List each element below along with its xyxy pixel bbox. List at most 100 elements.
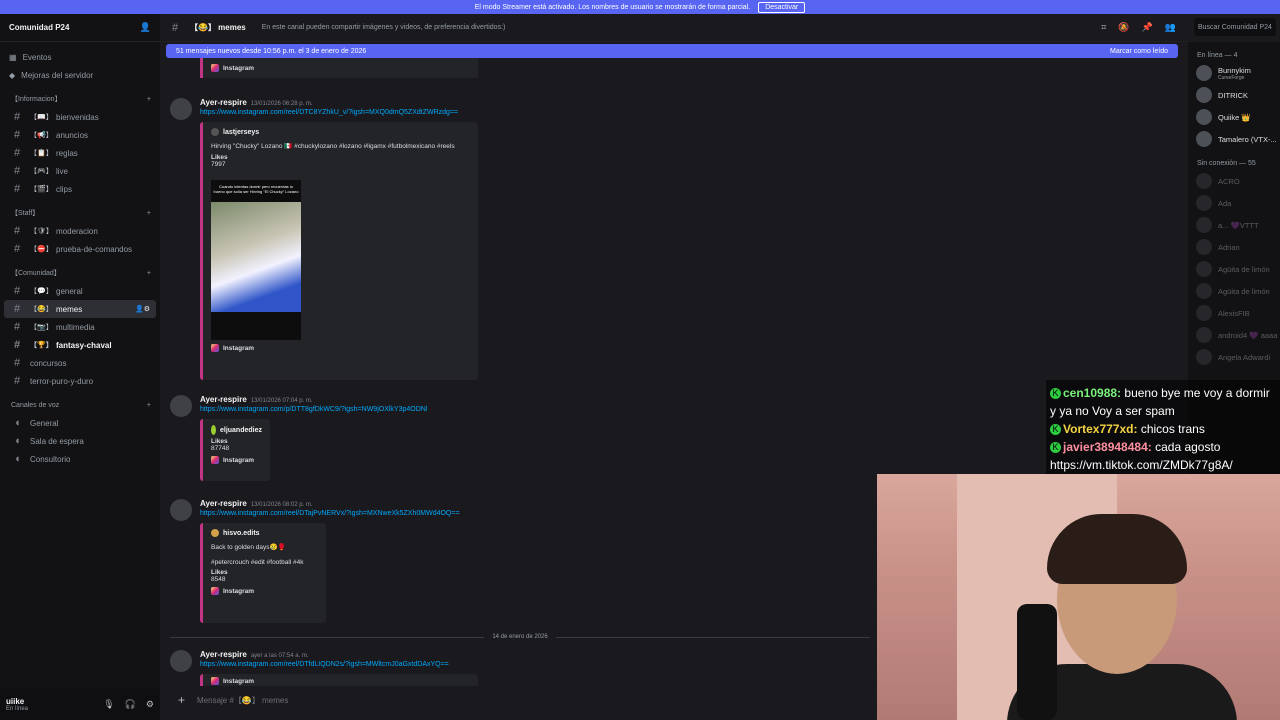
add-user-icon[interactable]: 👤 [140,22,151,33]
search-input[interactable]: Buscar Comunidad P24 [1194,18,1276,36]
member-item[interactable]: Ada [1188,192,1280,214]
member-item[interactable]: Tamalero (VTX-... [1188,128,1280,150]
member-item[interactable]: Bunnykim CurseForge [1188,62,1280,84]
embed-author[interactable]: hisvo.edits [211,529,318,537]
embed-author[interactable]: lastjerseys [211,128,470,136]
member-name: Bunnykim [1218,65,1251,75]
user-info[interactable]: uiike En línea [6,697,28,712]
hash-icon: # [14,147,21,159]
member-item[interactable]: Agüita de limón [1188,280,1280,302]
embed-name[interactable]: hisvo.edits [223,530,260,537]
message-author[interactable]: Ayer-respire 13/01/2026 06:28 p. m. [200,98,313,107]
member-item[interactable]: Angela Adwardi [1188,346,1280,368]
member-item[interactable]: Quiike 👑 [1188,106,1280,128]
category-staff[interactable]: 【Staff】 + [0,204,160,222]
member-item[interactable]: ACRO [1188,170,1280,192]
member-name: ACRO [1218,176,1240,186]
add-attachment-icon[interactable]: + [178,693,185,707]
channel-general[interactable]: # 【💬】 general [4,282,156,300]
new-messages-bar[interactable]: 51 mensajes nuevos desde 10:56 p.m. el 3… [166,44,1178,58]
channel-label: Sala de espera [30,436,84,446]
thumbnail-image [211,202,301,312]
channel-moderacion[interactable]: # 【🛡】 moderacion [4,222,156,240]
category-voice[interactable]: Canales de voz + [0,396,160,414]
member-item[interactable]: android4 💜 aaaa [1188,324,1280,346]
channel-reglas[interactable]: # 【📋】 reglas [4,144,156,162]
author-name[interactable]: Ayer-respire [200,395,247,404]
message-author[interactable]: Ayer-respire ayer a las 07:54 a. m. [200,650,309,659]
microphone-icon[interactable]: 🎙 [103,699,114,710]
channel-memes[interactable]: # 【😂】 memes 👤⚙ [4,300,156,318]
chat-line: Kjavier38948484: cada agosto https://vm.… [1050,438,1276,474]
plus-icon[interactable]: + [147,96,151,103]
embed-footer: Instagram [223,677,255,685]
avatar [1196,305,1212,321]
message-link[interactable]: https://www.instagram.com/reel/DTC8YZhkU… [200,109,458,116]
pin-icon[interactable]: 📌 [1142,22,1153,33]
date-label: 14 de enero de 2026 [492,634,548,640]
avatar[interactable] [170,98,192,120]
avatar[interactable] [170,499,192,521]
hash-icon: # [14,165,21,177]
voice-sala-de-espera[interactable]: ◖ Sala de espera [4,432,156,450]
message-author[interactable]: Ayer-respire 13/01/2026 08:02 p. m. [200,499,313,508]
avatar [1196,195,1212,211]
avatar[interactable] [170,395,192,417]
chat-user: Vortex777xd: [1063,422,1138,436]
video-thumbnail[interactable]: Cuando intentas dormir pero recuerdas lo… [211,180,301,340]
channel-terror[interactable]: # terror-puro-y-duro [4,372,156,390]
embed-name[interactable]: lastjerseys [223,129,259,136]
channel-anuncios[interactable]: # 【📢】 anuncios [4,126,156,144]
events-item[interactable]: ▦ Eventos [0,48,160,66]
embed-author[interactable]: eljuandediez [211,425,262,435]
message-link[interactable]: https://www.instagram.com/reel/DTajPvNER… [200,510,460,517]
member-name: AlexisFIB [1218,308,1250,318]
avatar[interactable] [170,650,192,672]
plus-icon[interactable]: + [147,210,151,217]
channel-clips[interactable]: # 【🎬】 clips [4,180,156,198]
channel-live[interactable]: # 【🎮】 live [4,162,156,180]
category-comunidad[interactable]: 【Comunidad】 + [0,264,160,282]
embed-name[interactable]: eljuandediez [220,427,262,434]
members-icon[interactable]: 👥 [1165,22,1176,33]
hash-icon: # [14,339,21,351]
member-item[interactable]: DITRICK [1188,84,1280,106]
author-name[interactable]: Ayer-respire [200,650,247,659]
server-header[interactable]: Comunidad P24 👤 [0,14,160,42]
member-item[interactable]: Adrian [1188,236,1280,258]
mark-read-button[interactable]: Marcar como leído [1110,48,1168,55]
voice-general[interactable]: ◖ General [4,414,156,432]
settings-icon[interactable]: 👤⚙ [135,305,150,313]
author-name[interactable]: Ayer-respire [200,98,247,107]
message-link[interactable]: https://www.instagram.com/reel/DTfdLIQDN… [200,661,449,668]
embed-footer: Instagram [223,64,255,72]
gear-icon[interactable]: ⚙ [146,699,154,710]
channel-label: terror-puro-y-duro [30,376,94,386]
member-item[interactable]: AlexisFIB [1188,302,1280,324]
channel-fantasy-chaval[interactable]: # 【🏆】 fantasy-chaval [4,336,156,354]
boosts-item[interactable]: ◆ Mejoras del servidor [0,66,160,84]
channel-label: anuncios [56,130,89,140]
embed-tags: #petercrouch #edit #football #4k [211,559,304,566]
message-author[interactable]: Ayer-respire 13/01/2026 07:04 p. m. [200,395,313,404]
plus-icon[interactable]: + [147,270,151,277]
channel-prueba-de-comandos[interactable]: # 【⛔】 prueba-de-comandos [4,240,156,258]
threads-icon[interactable]: ⌗ [1101,22,1106,33]
category-name: 【Staff】 [11,210,40,217]
category-informacion[interactable]: 【Informacion】 + [0,90,160,108]
channel-concursos[interactable]: # concursos [4,354,156,372]
channel-bienvenidas[interactable]: # 【📖】 bienvenidas [4,108,156,126]
voice-consultorio[interactable]: ◖ Consultorio [4,450,156,468]
plus-icon[interactable]: + [147,402,151,409]
member-item[interactable]: Agüita de limón [1188,258,1280,280]
message-link[interactable]: https://www.instagram.com/p/DTT8gfDkWC9/… [200,406,427,413]
author-name[interactable]: Ayer-respire [200,499,247,508]
member-name: Agüita de limón [1218,264,1270,274]
headphones-icon[interactable]: 🎧 [125,699,136,710]
member-item[interactable]: a... 💜VTTT [1188,214,1280,236]
channel-multimedia[interactable]: # 【📷】 multimedia [4,318,156,336]
hash-icon: # [14,183,21,195]
notification-bell-icon[interactable]: 🔕 [1118,22,1129,33]
channel-topic[interactable]: En este canal pueden compartir imágenes … [262,24,506,31]
deactivate-button[interactable]: Desactivar [758,1,806,13]
